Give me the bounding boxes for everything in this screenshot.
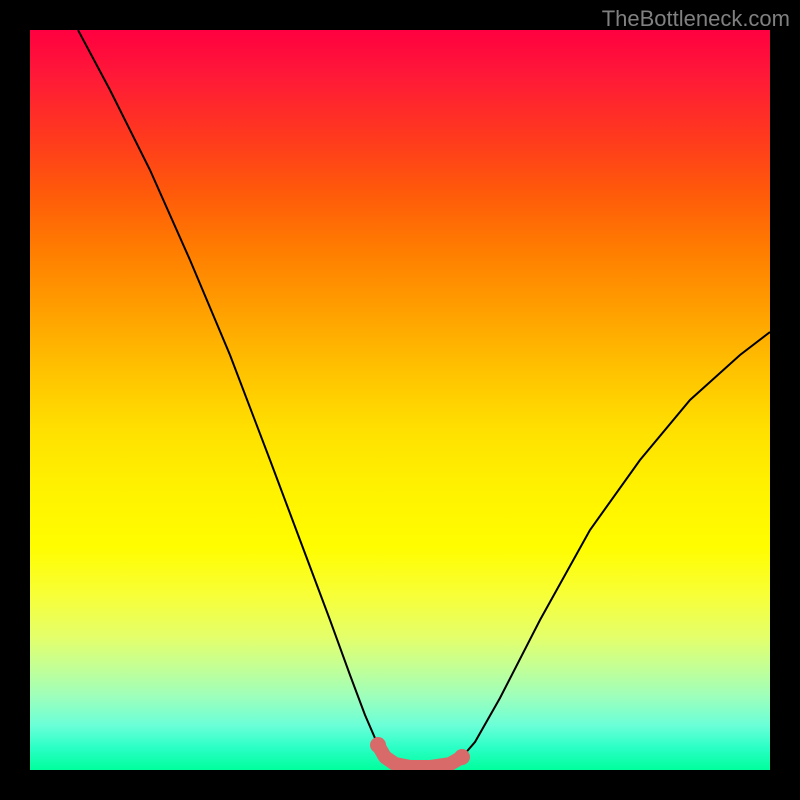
watermark-text: TheBottleneck.com — [602, 6, 790, 32]
curve-svg — [30, 30, 770, 770]
plot-area — [30, 30, 770, 770]
main-curve-path — [78, 30, 770, 767]
chart-stage: TheBottleneck.com — [0, 0, 800, 800]
highlight-end-dot — [454, 749, 470, 765]
highlight-start-dot — [370, 737, 386, 753]
bottom-highlight-path — [378, 745, 462, 767]
